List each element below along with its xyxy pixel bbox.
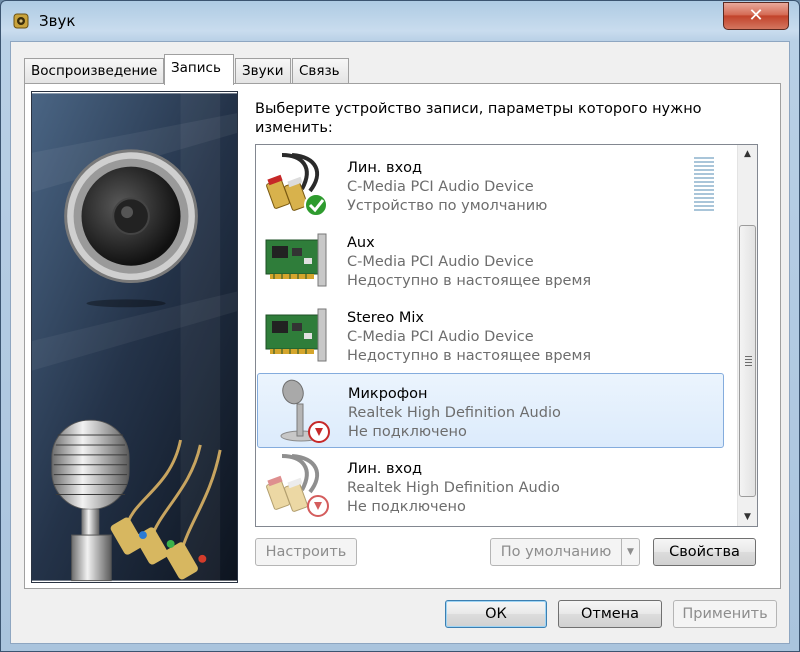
chevron-down-icon[interactable]: ▼: [621, 539, 639, 565]
device-status: Недоступно в настоящее время: [347, 273, 592, 289]
configure-button[interactable]: Настроить: [255, 538, 357, 566]
scrollbar-thumb[interactable]: [739, 225, 756, 497]
recording-panel: Выберите устройство записи, параметры ко…: [24, 83, 781, 589]
device-name: Лин. вход: [347, 160, 423, 176]
device-driver: Realtek High Definition Audio: [347, 480, 560, 496]
device-name: Микрофон: [348, 386, 428, 402]
sound-card-icon: [265, 233, 327, 287]
cancel-button[interactable]: Отмена: [558, 600, 662, 628]
device-status: Устройство по умолчанию: [347, 198, 548, 214]
list-item[interactable]: Aux C-Media PCI Audio Device Недоступно …: [257, 222, 724, 297]
dialog-client: Воспроизведение Запись Звуки Связь Выбер…: [10, 41, 790, 644]
list-item-selected[interactable]: Микрофон Realtek High Definition Audio Н…: [257, 373, 724, 448]
device-name: Aux: [347, 235, 375, 251]
line-in-default-icon: [266, 153, 328, 217]
set-default-label: По умолчанию: [500, 544, 612, 560]
scroll-down-arrow[interactable]: ▼: [738, 508, 757, 526]
recording-device-list[interactable]: Лин. вход C-Media PCI Audio Device Устро…: [255, 144, 758, 527]
device-driver: Realtek High Definition Audio: [348, 405, 561, 421]
sound-dialog: Звук ✕ Воспроизведение Запись Звуки Связ…: [0, 0, 800, 652]
ok-button[interactable]: ОК: [445, 600, 547, 628]
device-status: Недоступно в настоящее время: [347, 348, 592, 364]
close-button[interactable]: ✕: [723, 2, 789, 30]
scroll-up-arrow[interactable]: ▲: [738, 145, 757, 163]
line-in-unplugged-icon: [266, 454, 329, 517]
device-name: Лин. вход: [347, 461, 423, 477]
window-title: Звук: [39, 12, 76, 30]
list-item[interactable]: Лин. вход Realtek High Definition Audio …: [257, 448, 724, 523]
list-item[interactable]: Stereo Mix C-Media PCI Audio Device Недо…: [257, 297, 724, 372]
device-name: Stereo Mix: [347, 310, 424, 326]
speaker-microphone-artwork: [31, 91, 238, 583]
properties-button[interactable]: Свойства: [653, 538, 756, 566]
device-driver: C-Media PCI Audio Device: [347, 179, 534, 195]
sound-card-icon: [265, 308, 327, 362]
title-bar[interactable]: Звук ✕: [1, 1, 799, 41]
device-prompt: Выберите устройство записи, параметры ко…: [255, 101, 702, 136]
tab-sounds[interactable]: Звуки: [235, 58, 291, 84]
set-default-button[interactable]: По умолчанию ▼: [490, 538, 640, 566]
device-driver: C-Media PCI Audio Device: [347, 329, 534, 345]
grip-icon: [745, 356, 752, 368]
apply-button[interactable]: Применить: [673, 600, 777, 628]
device-driver: C-Media PCI Audio Device: [347, 254, 534, 270]
list-item[interactable]: Лин. вход C-Media PCI Audio Device Устро…: [257, 147, 724, 222]
device-status: Не подключено: [347, 499, 466, 515]
vertical-scrollbar[interactable]: ▲ ▼: [737, 145, 757, 526]
device-status: Не подключено: [348, 424, 467, 440]
tab-recording[interactable]: Запись: [164, 54, 234, 85]
speaker-icon: [13, 13, 29, 29]
volume-level-meter: [694, 157, 714, 215]
tab-playback[interactable]: Воспроизведение: [24, 58, 164, 84]
tab-communications[interactable]: Связь: [292, 58, 349, 84]
microphone-unplugged-icon: [280, 379, 330, 443]
